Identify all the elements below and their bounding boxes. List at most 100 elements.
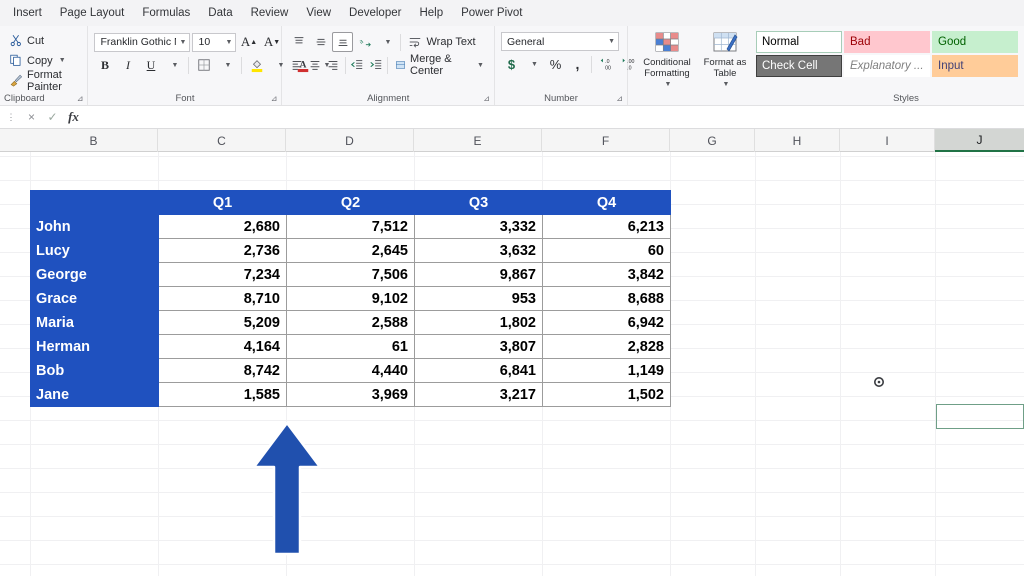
cell-george-q2[interactable]: 7,506 bbox=[286, 262, 415, 287]
cell-george-q4[interactable]: 3,842 bbox=[542, 262, 671, 287]
cut-button[interactable]: Cut bbox=[6, 31, 81, 50]
cell-maria-q4[interactable]: 6,942 bbox=[542, 310, 671, 335]
font-size-combo[interactable]: 10 ▼ bbox=[192, 32, 237, 52]
menu-item-view[interactable]: View bbox=[297, 4, 340, 22]
cell-lucy-q3[interactable]: 3,632 bbox=[414, 238, 543, 263]
cell-maria-q3[interactable]: 1,802 bbox=[414, 310, 543, 335]
borders-button[interactable] bbox=[193, 55, 214, 75]
row-name-bob[interactable]: Bob bbox=[30, 358, 159, 383]
currency-button[interactable]: $ bbox=[501, 54, 522, 74]
column-header-c[interactable]: C bbox=[158, 129, 286, 152]
alignment-dialog-launcher[interactable]: ⊿ bbox=[483, 94, 490, 103]
table-row[interactable]: Lucy 2,736 2,645 3,632 60 bbox=[30, 238, 671, 263]
bold-button[interactable]: B bbox=[94, 55, 115, 75]
style-bad[interactable]: Bad bbox=[844, 31, 930, 53]
cell-george-q3[interactable]: 9,867 bbox=[414, 262, 543, 287]
data-table[interactable]: Q1 Q2 Q3 Q4 John 2,680 7,512 3,332 6,213… bbox=[30, 190, 671, 407]
table-corner-cell[interactable] bbox=[30, 190, 159, 215]
row-name-john[interactable]: John bbox=[30, 214, 159, 239]
orientation-dropdown-icon[interactable]: ▼ bbox=[376, 32, 397, 52]
conditional-formatting-dropdown-icon[interactable]: ▼ bbox=[665, 79, 672, 90]
row-name-herman[interactable]: Herman bbox=[30, 334, 159, 359]
cell-john-q1[interactable]: 2,680 bbox=[158, 214, 287, 239]
table-header-q3[interactable]: Q3 bbox=[414, 190, 543, 215]
column-header-j[interactable]: J bbox=[935, 129, 1024, 152]
menu-item-page-layout[interactable]: Page Layout bbox=[51, 4, 134, 22]
row-name-jane[interactable]: Jane bbox=[30, 382, 159, 407]
column-header-e[interactable]: E bbox=[414, 129, 542, 152]
cell-maria-q1[interactable]: 5,209 bbox=[158, 310, 287, 335]
row-name-grace[interactable]: Grace bbox=[30, 286, 159, 311]
borders-dropdown-icon[interactable]: ▼ bbox=[216, 55, 237, 75]
cell-bob-q2[interactable]: 4,440 bbox=[286, 358, 415, 383]
cell-john-q3[interactable]: 3,332 bbox=[414, 214, 543, 239]
menu-item-review[interactable]: Review bbox=[242, 4, 298, 22]
style-normal[interactable]: Normal bbox=[756, 31, 842, 53]
cell-jane-q2[interactable]: 3,969 bbox=[286, 382, 415, 407]
cell-grace-q1[interactable]: 8,710 bbox=[158, 286, 287, 311]
currency-dropdown-icon[interactable]: ▼ bbox=[523, 54, 544, 74]
insert-function-button[interactable]: fx bbox=[63, 107, 84, 128]
align-right-button[interactable] bbox=[325, 55, 342, 75]
underline-dropdown-icon[interactable]: ▼ bbox=[163, 55, 184, 75]
name-box-dropdown-icon[interactable]: ⋮ bbox=[0, 107, 21, 128]
cell-lucy-q4[interactable]: 60 bbox=[542, 238, 671, 263]
orientation-button[interactable]: a bbox=[354, 32, 375, 52]
number-format-combo[interactable]: General ▼ bbox=[501, 32, 619, 51]
cell-lucy-q1[interactable]: 2,736 bbox=[158, 238, 287, 263]
confirm-entry-button[interactable]: ✓ bbox=[42, 107, 63, 128]
copy-button[interactable]: Copy ▼ bbox=[6, 51, 81, 70]
align-top-button[interactable] bbox=[288, 32, 309, 52]
style-explanatory[interactable]: Explanatory ... bbox=[844, 55, 930, 77]
number-dialog-launcher[interactable]: ⊿ bbox=[616, 94, 623, 103]
font-name-dropdown-icon[interactable]: ▼ bbox=[176, 39, 187, 46]
menu-item-insert[interactable]: Insert bbox=[4, 4, 51, 22]
style-check-cell[interactable]: Check Cell bbox=[756, 55, 842, 77]
column-header-g[interactable]: G bbox=[670, 129, 755, 152]
copy-dropdown-icon[interactable]: ▼ bbox=[59, 57, 66, 64]
column-header-d[interactable]: D bbox=[286, 129, 414, 152]
wrap-text-button[interactable]: Wrap Text bbox=[404, 32, 479, 52]
cell-jane-q4[interactable]: 1,502 bbox=[542, 382, 671, 407]
grow-font-button[interactable]: A ▲ bbox=[238, 32, 259, 52]
merge-center-button[interactable]: Merge & Center ▼ bbox=[391, 53, 488, 77]
column-header-b[interactable]: B bbox=[30, 129, 158, 152]
align-left-button[interactable] bbox=[288, 55, 305, 75]
menu-item-developer[interactable]: Developer bbox=[340, 4, 410, 22]
align-middle-button[interactable] bbox=[310, 32, 331, 52]
table-row[interactable]: Herman 4,164 61 3,807 2,828 bbox=[30, 334, 671, 359]
table-row[interactable]: John 2,680 7,512 3,332 6,213 bbox=[30, 214, 671, 239]
comma-style-button[interactable]: , bbox=[567, 54, 588, 74]
format-painter-button[interactable]: Format Painter bbox=[6, 69, 81, 93]
table-row[interactable]: Jane 1,585 3,969 3,217 1,502 bbox=[30, 382, 671, 407]
number-format-dropdown-icon[interactable]: ▼ bbox=[604, 38, 615, 45]
table-row[interactable]: Grace 8,710 9,102 953 8,688 bbox=[30, 286, 671, 311]
cell-maria-q2[interactable]: 2,588 bbox=[286, 310, 415, 335]
table-header-q1[interactable]: Q1 bbox=[158, 190, 287, 215]
font-size-dropdown-icon[interactable]: ▼ bbox=[222, 39, 233, 46]
cell-john-q2[interactable]: 7,512 bbox=[286, 214, 415, 239]
column-header-f[interactable]: F bbox=[542, 129, 670, 152]
cell-jane-q3[interactable]: 3,217 bbox=[414, 382, 543, 407]
cell-herman-q1[interactable]: 4,164 bbox=[158, 334, 287, 359]
column-header-h[interactable]: H bbox=[755, 129, 840, 152]
format-as-table-button[interactable]: Format as Table ▼ bbox=[698, 29, 752, 105]
increase-decimal-button[interactable]: .0 00 bbox=[595, 54, 616, 74]
column-header-i[interactable]: I bbox=[840, 129, 935, 152]
table-row[interactable]: Maria 5,209 2,588 1,802 6,942 bbox=[30, 310, 671, 335]
style-good[interactable]: Good bbox=[932, 31, 1018, 53]
percent-button[interactable]: % bbox=[545, 54, 566, 74]
shrink-font-button[interactable]: A ▼ bbox=[261, 32, 282, 52]
formula-input[interactable] bbox=[84, 106, 1024, 128]
menu-item-power-pivot[interactable]: Power Pivot bbox=[452, 4, 531, 22]
menu-item-formulas[interactable]: Formulas bbox=[133, 4, 199, 22]
fill-color-button[interactable] bbox=[246, 55, 267, 75]
font-name-combo[interactable]: Franklin Gothic Me ▼ bbox=[94, 32, 191, 52]
menu-item-help[interactable]: Help bbox=[410, 4, 452, 22]
table-row[interactable]: Bob 8,742 4,440 6,841 1,149 bbox=[30, 358, 671, 383]
cell-lucy-q2[interactable]: 2,645 bbox=[286, 238, 415, 263]
italic-button[interactable]: I bbox=[117, 55, 138, 75]
cell-grace-q3[interactable]: 953 bbox=[414, 286, 543, 311]
cell-bob-q1[interactable]: 8,742 bbox=[158, 358, 287, 383]
format-as-table-dropdown-icon[interactable]: ▼ bbox=[723, 79, 730, 90]
